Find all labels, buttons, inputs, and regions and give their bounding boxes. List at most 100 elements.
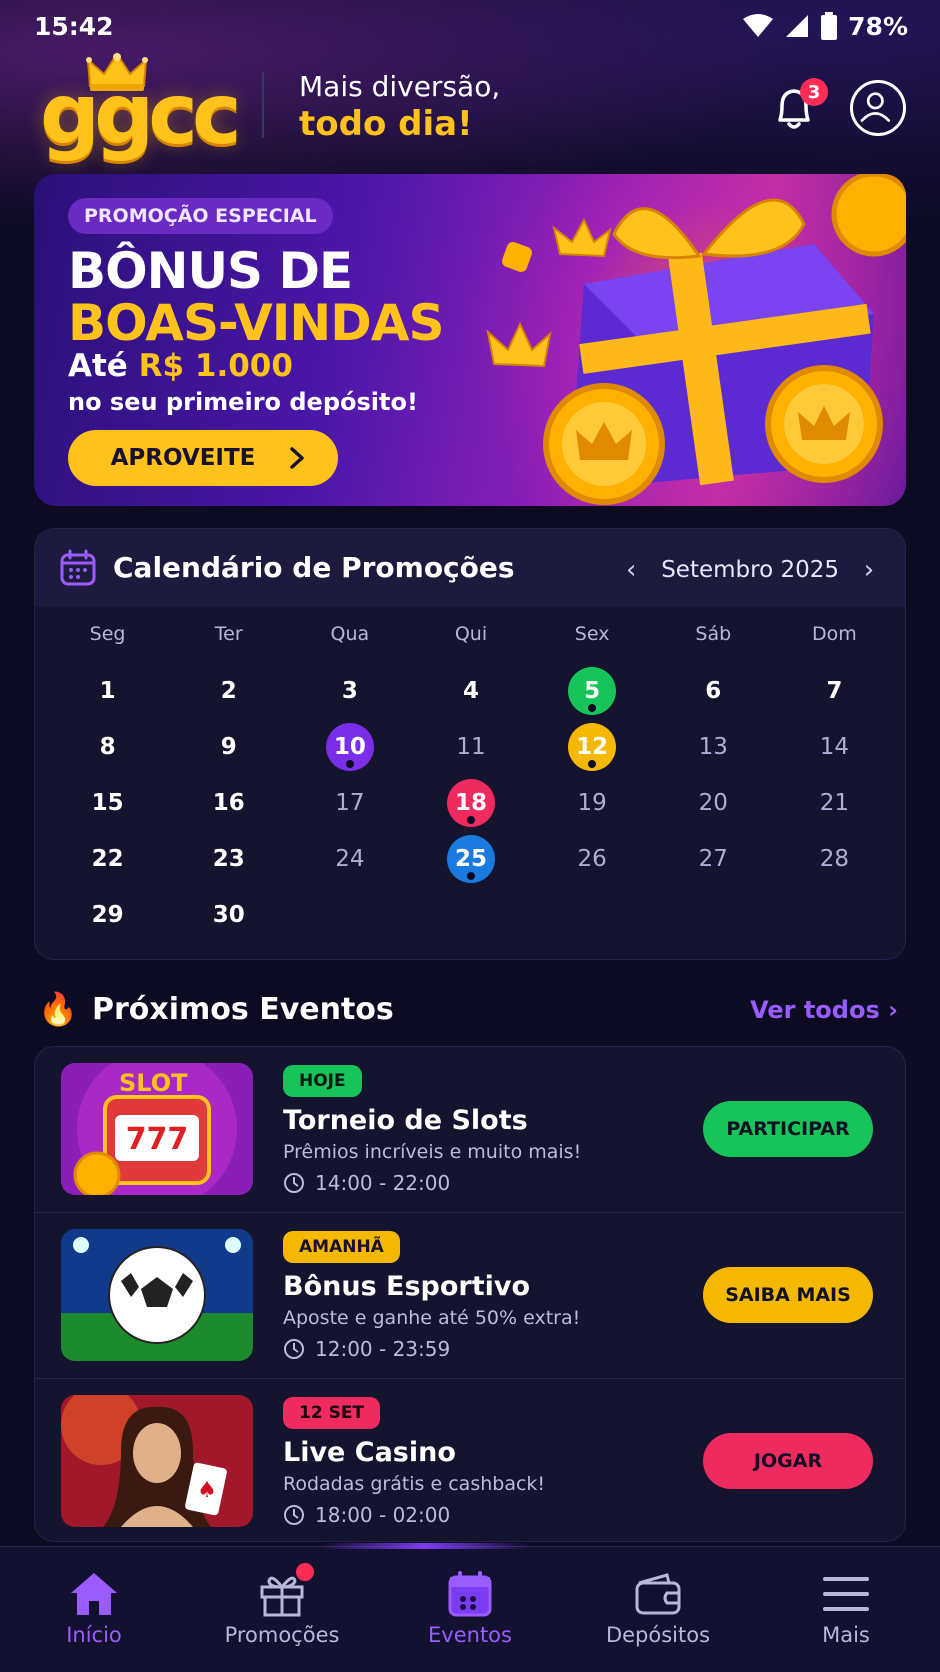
calendar-day[interactable]: 3: [289, 663, 410, 719]
event-tag: 12 SET: [283, 1397, 381, 1429]
calendar-day[interactable]: 9: [168, 719, 289, 775]
weekday-label: Sáb: [695, 623, 732, 645]
nav-inicio[interactable]: Início: [0, 1547, 188, 1672]
day-number: 21: [819, 790, 850, 816]
ggcc-logo[interactable]: ggcc: [40, 52, 242, 162]
calendar-day[interactable]: 7: [774, 663, 895, 719]
clock-icon: [284, 1173, 304, 1193]
calendar-day[interactable]: 5: [532, 663, 653, 719]
event-time: 18:00 - 02:00: [283, 1503, 450, 1527]
event-row[interactable]: ♠ 12 SET Live Casino Rodadas grátis e ca…: [35, 1379, 905, 1541]
nav-depositos[interactable]: Depósitos: [564, 1547, 752, 1672]
calendar-day[interactable]: 16: [168, 775, 289, 831]
chevron-right-icon: [290, 447, 305, 469]
calendar-day[interactable]: 20: [653, 775, 774, 831]
promo-day-marker: 10: [325, 723, 374, 771]
see-all-link[interactable]: Ver todos ›: [750, 996, 898, 1024]
promo-day-marker: 12: [568, 723, 617, 771]
day-number: 22: [91, 846, 124, 872]
calendar-day[interactable]: 14: [774, 719, 895, 775]
chevron-right-icon: ›: [888, 996, 898, 1024]
calendar-day[interactable]: 6: [653, 663, 774, 719]
day-number: 20: [698, 790, 728, 816]
banner-title-line1: BÔNUS DE: [68, 242, 353, 300]
aproveite-button[interactable]: APROVEITE: [68, 430, 338, 486]
calendar-day[interactable]: 11: [410, 719, 531, 775]
calendar-day[interactable]: 30: [168, 887, 289, 943]
promo-day-marker: 18: [446, 779, 495, 827]
saiba-mais-button[interactable]: SAIBA MAIS: [703, 1267, 873, 1323]
see-all-label: Ver todos: [750, 996, 880, 1024]
calendar-icon: [448, 1571, 492, 1617]
event-row[interactable]: AMANHÃ Bônus Esportivo Aposte e ganhe at…: [35, 1213, 905, 1379]
day-number: 25: [454, 846, 487, 872]
calendar-day[interactable]: 18: [410, 775, 531, 831]
day-number: 4: [462, 678, 479, 704]
jogar-button[interactable]: JOGAR: [703, 1433, 873, 1489]
status-icons: 78%: [742, 12, 908, 41]
event-row[interactable]: 777 SLOT HOJE Torneio de Slots Prêmios i…: [35, 1047, 905, 1213]
calendar-day[interactable]: 23: [168, 831, 289, 887]
calendar-day[interactable]: 15: [47, 775, 168, 831]
slot-thumbnail: 777 SLOT: [61, 1063, 253, 1195]
calendar-day[interactable]: 4: [410, 663, 531, 719]
signal-icon: [786, 15, 809, 37]
calendar-day[interactable]: 1: [47, 663, 168, 719]
nav-promocoes[interactable]: Promoções: [188, 1547, 376, 1672]
event-tag: HOJE: [283, 1065, 362, 1097]
tagline-line1: Mais diversão,: [299, 70, 501, 103]
calendar-day[interactable]: 13: [653, 719, 774, 775]
participar-button[interactable]: PARTICIPAR: [703, 1101, 873, 1157]
wallet-icon: [635, 1573, 681, 1615]
nav-label: Início: [66, 1623, 122, 1647]
calendar-day[interactable]: 8: [47, 719, 168, 775]
weekday-label: Sex: [574, 623, 610, 645]
day-number: 23: [212, 846, 245, 872]
calendar-header: Calendário de Promoções ‹ Setembro 2025 …: [35, 529, 905, 607]
status-bar: 15:42 78%: [0, 0, 940, 52]
logo-text: ggcc: [40, 65, 242, 163]
upto-amount: R$ 1.000: [138, 348, 293, 384]
nav-eventos[interactable]: Eventos: [376, 1547, 564, 1672]
prev-month-button[interactable]: ‹: [621, 555, 641, 585]
menu-icon: [823, 1577, 869, 1611]
events-header: 🔥 Próximos Eventos Ver todos ›: [34, 984, 906, 1034]
day-number: 18: [454, 790, 487, 816]
day-number: 15: [91, 790, 124, 816]
calendar-day[interactable]: 29: [47, 887, 168, 943]
calendar-day[interactable]: 19: [532, 775, 653, 831]
event-dot: [588, 760, 597, 768]
events-list: 777 SLOT HOJE Torneio de Slots Prêmios i…: [34, 1046, 906, 1542]
welcome-bonus-banner[interactable]: PROMOÇÃO ESPECIAL BÔNUS DE BOAS-VINDAS A…: [34, 174, 906, 506]
calendar-day[interactable]: 25: [410, 831, 531, 887]
calendar-title: Calendário de Promoções: [113, 551, 515, 584]
profile-icon[interactable]: [850, 80, 906, 136]
calendar-day[interactable]: 27: [653, 831, 774, 887]
battery-icon: [821, 12, 838, 40]
calendar-day[interactable]: 22: [47, 831, 168, 887]
calendar-day[interactable]: 2: [168, 663, 289, 719]
event-tag: AMANHÃ: [283, 1231, 400, 1263]
event-description: Aposte e ganhe até 50% extra!: [283, 1307, 581, 1329]
upto-prefix: Até: [68, 348, 128, 384]
calendar-day[interactable]: 12: [532, 719, 653, 775]
next-month-button[interactable]: ›: [859, 555, 879, 585]
calendar-day[interactable]: 24: [289, 831, 410, 887]
event-name: Torneio de Slots: [283, 1105, 528, 1136]
calendar-day[interactable]: 10: [289, 719, 410, 775]
day-number: 30: [212, 902, 245, 928]
nav-label: Promoções: [224, 1623, 340, 1647]
svg-text:777: 777: [126, 1122, 189, 1157]
event-name: Live Casino: [283, 1437, 456, 1468]
svg-text:♠: ♠: [197, 1478, 217, 1503]
calendar-day[interactable]: 26: [532, 831, 653, 887]
banner-title-line2: BOAS-VINDAS: [68, 294, 444, 352]
event-name: Bônus Esportivo: [283, 1271, 531, 1302]
calendar-day[interactable]: 28: [774, 831, 895, 887]
soccer-thumbnail: [61, 1229, 253, 1361]
calendar-day[interactable]: 21: [774, 775, 895, 831]
nav-mais[interactable]: Mais: [752, 1547, 940, 1672]
calendar-day[interactable]: 17: [289, 775, 410, 831]
app-header: ggcc Mais diversão, todo dia! 3: [0, 52, 940, 170]
nav-label: Mais: [822, 1623, 870, 1647]
